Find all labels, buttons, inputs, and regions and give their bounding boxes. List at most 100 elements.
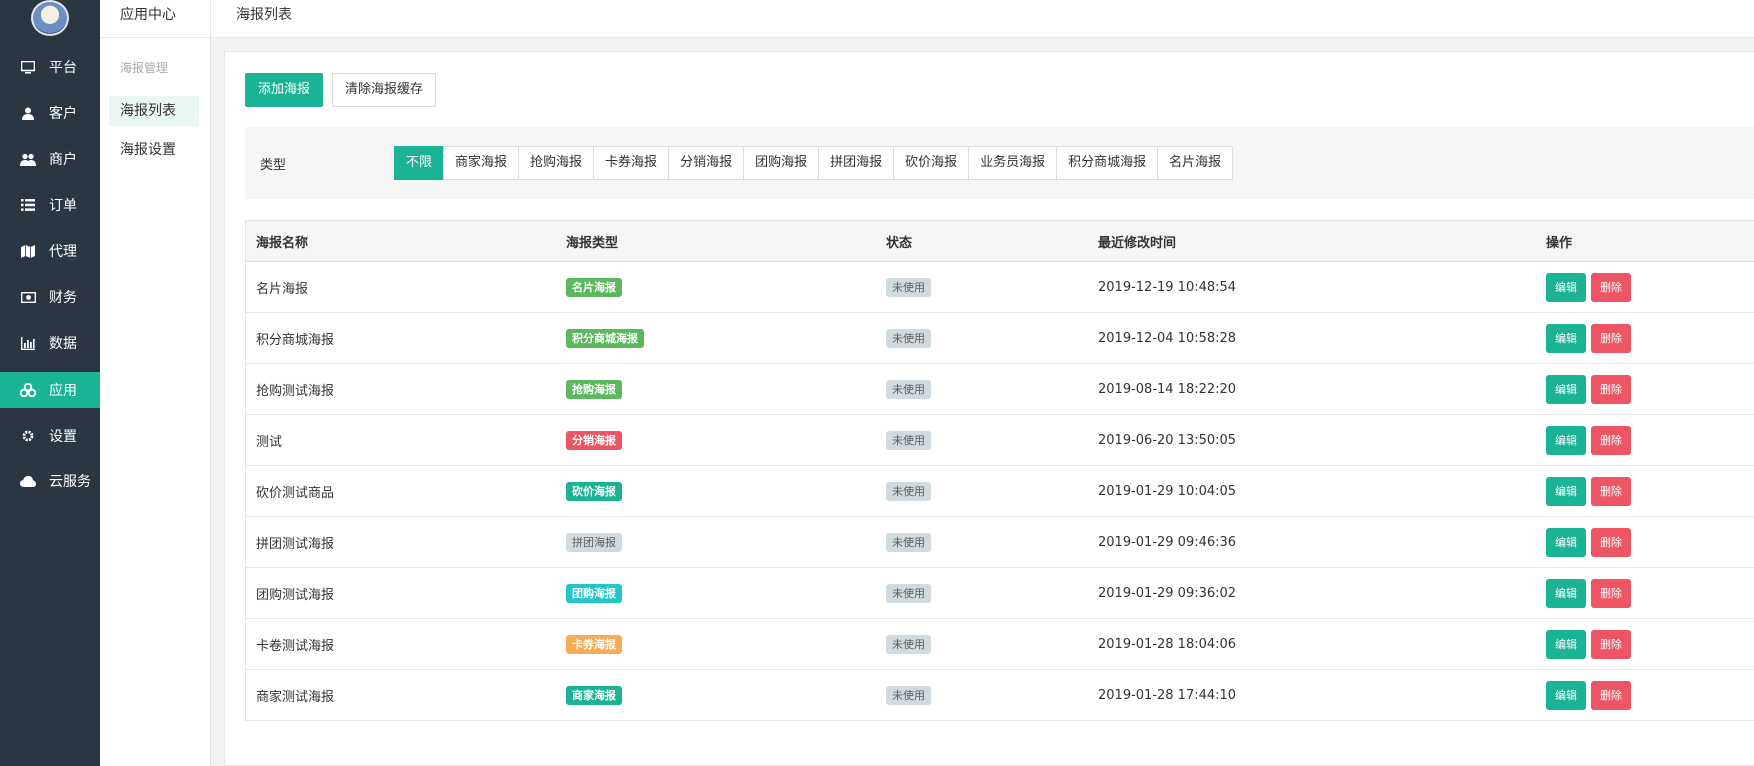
- filter-option[interactable]: 团购海报: [743, 146, 820, 180]
- filter-option[interactable]: 分销海报: [668, 146, 745, 180]
- actions-cell: 编辑 删除: [1546, 262, 1636, 312]
- actions-cell: 编辑 删除: [1546, 313, 1636, 363]
- divider: [100, 37, 211, 38]
- bar-chart-icon: [19, 336, 37, 350]
- edit-button[interactable]: 编辑: [1546, 374, 1586, 404]
- user-icon: [19, 107, 37, 120]
- add-poster-button[interactable]: 添加海报: [245, 73, 324, 107]
- main-panel: 添加海报 清除海报缓存 类型 不限 商家海报 抢购海报 卡券海报 分销海报 团购…: [224, 51, 1754, 766]
- actions-cell: 编辑 删除: [1546, 670, 1636, 720]
- poster-type-cell: 分销海报: [566, 415, 622, 465]
- status-cell: 未使用: [886, 619, 931, 669]
- delete-button[interactable]: 删除: [1591, 680, 1631, 710]
- poster-type-cell: 拼团海报: [566, 517, 622, 567]
- poster-type-badge: 分销海报: [566, 430, 622, 450]
- modified-time: 2019-12-19 10:48:54: [1098, 279, 1237, 295]
- delete-button[interactable]: 删除: [1591, 425, 1631, 455]
- filter-option[interactable]: 积分商城海报: [1056, 146, 1159, 180]
- table-row: 拼团测试海报 拼团海报 未使用 2019-01-29 09:46:36 编辑 删除: [246, 517, 1754, 568]
- delete-button[interactable]: 删除: [1591, 323, 1631, 353]
- table-row: 测试 分销海报 未使用 2019-06-20 13:50:05 编辑 删除: [246, 415, 1754, 466]
- list-icon: [19, 199, 37, 211]
- poster-type-badge: 积分商城海报: [566, 328, 644, 348]
- delete-button[interactable]: 删除: [1591, 578, 1631, 608]
- subnav-item-poster-settings[interactable]: 海报设置: [109, 135, 199, 165]
- delete-button[interactable]: 删除: [1591, 476, 1631, 506]
- nav-item-order[interactable]: 订单: [0, 187, 100, 223]
- filter-option[interactable]: 业务员海报: [968, 146, 1058, 180]
- poster-type-badge: 商家海报: [566, 685, 622, 705]
- edit-button[interactable]: 编辑: [1546, 527, 1586, 557]
- nav-item-label: 数据: [49, 336, 77, 352]
- nav-item-label: 平台: [49, 60, 77, 76]
- modified-time: 2019-08-14 18:22:20: [1098, 381, 1237, 397]
- nav-item-apps[interactable]: 应用: [0, 372, 100, 408]
- nav-item-finance[interactable]: 财务: [0, 279, 100, 315]
- filter-option[interactable]: 不限: [394, 146, 445, 180]
- modified-time: 2019-01-29 09:36:02: [1098, 585, 1237, 601]
- edit-button[interactable]: 编辑: [1546, 323, 1586, 353]
- poster-type-badge: 砍价海报: [566, 481, 622, 501]
- status-badge: 未使用: [886, 532, 931, 552]
- type-filter-bar: 类型 不限 商家海报 抢购海报 卡券海报 分销海报 团购海报 拼团海报 砍价海报…: [245, 127, 1754, 199]
- actions-cell: 编辑 删除: [1546, 568, 1636, 618]
- actions-cell: 编辑 删除: [1546, 364, 1636, 414]
- table-header-row: 海报名称 海报类型 状态 最近修改时间 操作: [246, 221, 1754, 262]
- table-row: 名片海报 名片海报 未使用 2019-12-19 10:48:54 编辑 删除: [246, 262, 1754, 313]
- filter-option[interactable]: 商家海报: [443, 146, 520, 180]
- poster-type-badge: 拼团海报: [566, 532, 622, 552]
- table-row: 卡卷测试海报 卡券海报 未使用 2019-01-28 18:04:06 编辑 删除: [246, 619, 1754, 670]
- modified-time: 2019-01-29 10:04:05: [1098, 483, 1237, 499]
- actions-cell: 编辑 删除: [1546, 517, 1636, 567]
- delete-button[interactable]: 删除: [1591, 527, 1631, 557]
- nav-item-platform[interactable]: 平台: [0, 49, 100, 85]
- nav-item-cloud[interactable]: 云服务: [0, 463, 100, 499]
- filter-option[interactable]: 卡券海报: [593, 146, 670, 180]
- table-row: 积分商城海报 积分商城海报 未使用 2019-12-04 10:58:28 编辑 删除: [246, 313, 1754, 364]
- money-icon: [19, 291, 37, 303]
- subnav-item-poster-list[interactable]: 海报列表: [109, 96, 199, 126]
- poster-type-badge: 抢购海报: [566, 379, 622, 399]
- poster-type-cell: 卡券海报: [566, 619, 622, 669]
- poster-type-badge: 名片海报: [566, 277, 622, 297]
- status-cell: 未使用: [886, 466, 931, 516]
- status-cell: 未使用: [886, 517, 931, 567]
- nav-item-customer[interactable]: 客户: [0, 95, 100, 131]
- filter-option[interactable]: 名片海报: [1157, 146, 1234, 180]
- edit-button[interactable]: 编辑: [1546, 629, 1586, 659]
- edit-button[interactable]: 编辑: [1546, 578, 1586, 608]
- poster-name: 卡卷测试海报: [256, 638, 335, 654]
- table-row: 团购测试海报 团购海报 未使用 2019-01-29 09:36:02 编辑 删除: [246, 568, 1754, 619]
- delete-button[interactable]: 删除: [1591, 374, 1631, 404]
- column-header: 海报名称: [256, 235, 309, 251]
- poster-type-badge: 卡券海报: [566, 634, 622, 654]
- status-badge: 未使用: [886, 583, 931, 603]
- clear-cache-button[interactable]: 清除海报缓存: [332, 73, 437, 107]
- poster-table: 海报名称 海报类型 状态 最近修改时间 操作 名片海报 名片海报 未使用 2019-1…: [245, 220, 1754, 721]
- status-badge: 未使用: [886, 277, 931, 297]
- status-cell: 未使用: [886, 415, 931, 465]
- edit-button[interactable]: 编辑: [1546, 272, 1586, 302]
- delete-button[interactable]: 删除: [1591, 629, 1631, 659]
- users-icon: [19, 153, 37, 166]
- nav-item-data[interactable]: 数据: [0, 325, 100, 361]
- nav-item-label: 客户: [49, 106, 77, 122]
- nav-item-settings[interactable]: 设置: [0, 418, 100, 454]
- nav-item-merchant[interactable]: 商户: [0, 141, 100, 177]
- subnav-group-label: 海报管理: [120, 61, 169, 75]
- status-badge: 未使用: [886, 379, 931, 399]
- edit-button[interactable]: 编辑: [1546, 680, 1586, 710]
- filter-option[interactable]: 砍价海报: [893, 146, 970, 180]
- status-cell: 未使用: [886, 364, 931, 414]
- filter-option[interactable]: 抢购海报: [518, 146, 595, 180]
- nav-item-label: 云服务: [49, 474, 91, 490]
- nav-item-agent[interactable]: 代理: [0, 233, 100, 269]
- cubes-icon: [19, 383, 37, 397]
- logo[interactable]: [31, 0, 69, 36]
- edit-button[interactable]: 编辑: [1546, 425, 1586, 455]
- cloud-icon: [19, 475, 37, 487]
- delete-button[interactable]: 删除: [1591, 272, 1631, 302]
- edit-button[interactable]: 编辑: [1546, 476, 1586, 506]
- status-cell: 未使用: [886, 670, 931, 720]
- filter-option[interactable]: 拼团海报: [818, 146, 895, 180]
